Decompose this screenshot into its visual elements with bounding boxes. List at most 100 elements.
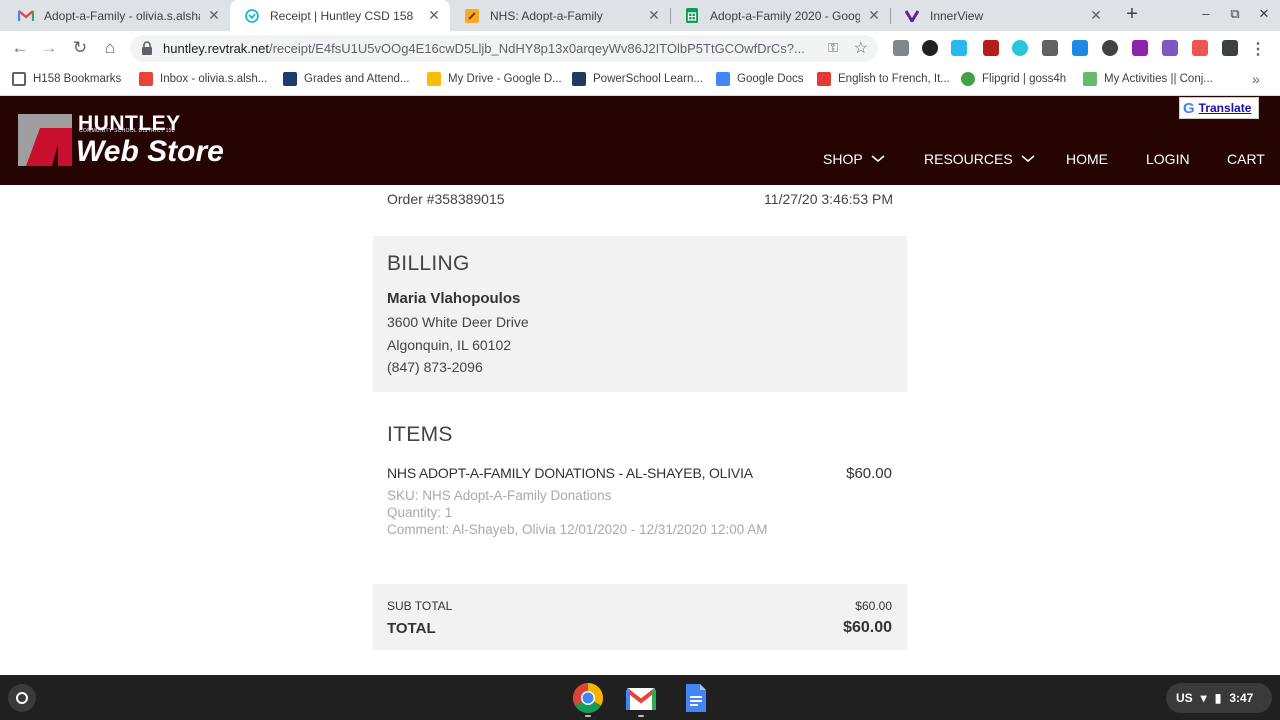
tab-label: NHS: Adopt-a-Family [490,8,603,23]
google-docs-icon[interactable] [680,682,712,714]
tab-gmail[interactable]: Adopt-a-Family - olivia.s.alshay ✕ [4,0,230,31]
extension-icon[interactable] [1012,40,1028,56]
more-menu-icon[interactable]: ⋮ [1250,39,1266,59]
lock-icon [142,41,152,55]
extension-icon[interactable] [1102,40,1118,56]
bookmark-item[interactable]: PowerSchool Learn... [572,72,703,86]
bookmarks-bar: H158 Bookmarks Inbox - olivia.s.alsh... … [0,65,1280,96]
chrome-icon[interactable] [572,682,604,714]
address-bar[interactable]: huntley.revtrak.net/receipt/E4fsU1U5vOOg… [130,35,878,62]
tab-close-icon[interactable]: ✕ [1088,7,1104,24]
gmail-icon[interactable] [625,682,657,714]
billing-address-line1: 3600 White Deer Drive [387,314,529,330]
puzzle-icon[interactable] [1222,40,1238,56]
google-sheets-icon [684,8,700,24]
item-comment: Comment: Al-Shayeb, Olivia 12/01/2020 - … [387,522,768,537]
tab-nhs[interactable]: NHS: Adopt-a-Family ✕ [450,0,670,31]
flipgrid-icon [961,72,975,86]
running-indicator [638,715,644,717]
revtrak-icon [244,8,260,24]
nav-login[interactable]: LOGIN [1146,151,1190,167]
nav-home[interactable]: HOME [1066,151,1108,167]
item-quantity: Quantity: 1 [387,505,453,520]
battery-icon: ▮ [1214,691,1222,705]
innerview-icon [904,8,920,24]
translate-button[interactable]: G Translate [1179,97,1259,119]
tab-strip: Adopt-a-Family - olivia.s.alshay ✕ Recei… [0,0,1280,31]
chevron-down-icon [871,155,885,162]
item-price: $60.00 [846,465,892,482]
extension-icon[interactable] [983,40,999,56]
new-tab-button[interactable]: + [1120,3,1144,27]
clock: 3:47 [1229,691,1254,705]
tab-close-icon[interactable]: ✕ [646,7,662,24]
bookmark-item[interactable]: English to French, It... [817,72,950,86]
tab-close-icon[interactable]: ✕ [206,7,222,24]
tab-receipt[interactable]: Receipt | Huntley CSD 158 ✕ [230,0,450,31]
nav-resources[interactable]: RESOURCES [924,151,1035,167]
item-sku: SKU: NHS Adopt-A-Family Donations [387,488,612,503]
logo-district-text: COMMUNITY SCHOOL DISTRICT 158 [79,128,175,134]
forward-icon[interactable]: → [38,37,60,59]
extension-icon[interactable] [1042,40,1058,56]
bookmark-folder[interactable]: H158 Bookmarks [12,72,121,86]
browser-toolbar: ← → ↻ ⌂ huntley.revtrak.net/receipt/E4fs… [0,31,1280,65]
tab-sheets[interactable]: Adopt-a-Family 2020 - Google S ✕ [670,0,890,31]
tab-label: Receipt | Huntley CSD 158 [270,8,414,23]
tab-innerview[interactable]: InnerView ✕ [890,0,1112,31]
billing-phone: (847) 873-2096 [387,359,483,375]
google-g-icon: G [1183,99,1195,117]
folder-icon [12,72,26,86]
bookmark-item[interactable]: Flipgrid | goss4h [961,72,1066,86]
bookmark-item[interactable]: My Activities || Conj... [1083,72,1213,86]
extension-icon[interactable] [1162,40,1178,56]
nav-shop[interactable]: SHOP [823,151,885,167]
extension-icon[interactable] [1132,40,1148,56]
os-shelf: US ▾ ▮ 3:47 [0,675,1280,720]
minimize-icon[interactable]: – [1196,6,1216,21]
extension-icon[interactable] [922,40,938,56]
url-text: huntley.revtrak.net/receipt/E4fsU1U5vOOg… [163,41,805,56]
back-icon[interactable]: ← [9,37,31,59]
gmail-icon [18,8,34,24]
tab-label: Adopt-a-Family 2020 - Google S [710,8,860,23]
restore-icon[interactable]: ⧉ [1225,6,1245,22]
extension-icon[interactable] [951,40,967,56]
bookmark-item[interactable]: My Drive - Google D... [427,72,562,86]
total-value: $60.00 [843,619,892,636]
tab-label: InnerView [930,8,984,23]
bookmark-item[interactable]: Google Docs [716,72,803,86]
site-header: HUNTLEY COMMUNITY SCHOOL DISTRICT 158 We… [0,96,1280,185]
nav-cart[interactable]: CART [1227,151,1265,167]
bookmark-star-icon[interactable]: ☆ [854,38,868,58]
extension-icon[interactable] [893,40,909,56]
activities-icon [1083,72,1097,86]
launcher-icon[interactable] [8,684,36,712]
screen: Adopt-a-Family - olivia.s.alshay ✕ Recei… [0,0,1280,720]
total-label: TOTAL [387,620,436,637]
logo-webstore-text: Web Store [76,135,224,168]
billing-section: BILLING Maria Vlahopoulos 3600 White Dee… [373,236,907,392]
extension-icon[interactable] [1192,40,1208,56]
site-logo[interactable]: HUNTLEY COMMUNITY SCHOOL DISTRICT 158 We… [18,112,268,169]
order-date: 11/27/20 3:46:53 PM [764,191,893,207]
key-icon[interactable]: ⚿ [828,40,838,56]
bookmark-item[interactable]: Grades and Attend... [283,72,410,86]
bookmark-item[interactable]: Inbox - olivia.s.alsh... [139,72,267,86]
status-tray[interactable]: US ▾ ▮ 3:47 [1166,683,1272,713]
gmail-icon [139,72,153,86]
tab-close-icon[interactable]: ✕ [866,7,882,24]
extension-icon[interactable] [1072,40,1088,56]
home-icon[interactable]: ⌂ [99,37,121,59]
billing-title: BILLING [387,252,470,275]
subtotal-value: $60.00 [855,599,892,613]
google-docs-icon [716,72,730,86]
tab-close-icon[interactable]: ✕ [426,7,442,24]
running-indicator [585,715,591,717]
order-number: Order #358389015 [387,191,505,207]
items-title: ITEMS [387,423,453,446]
reload-icon[interactable]: ↻ [69,37,91,59]
close-window-icon[interactable]: ✕ [1254,6,1274,22]
bookmarks-overflow-icon[interactable]: » [1252,71,1260,87]
wordreference-icon [817,72,831,86]
